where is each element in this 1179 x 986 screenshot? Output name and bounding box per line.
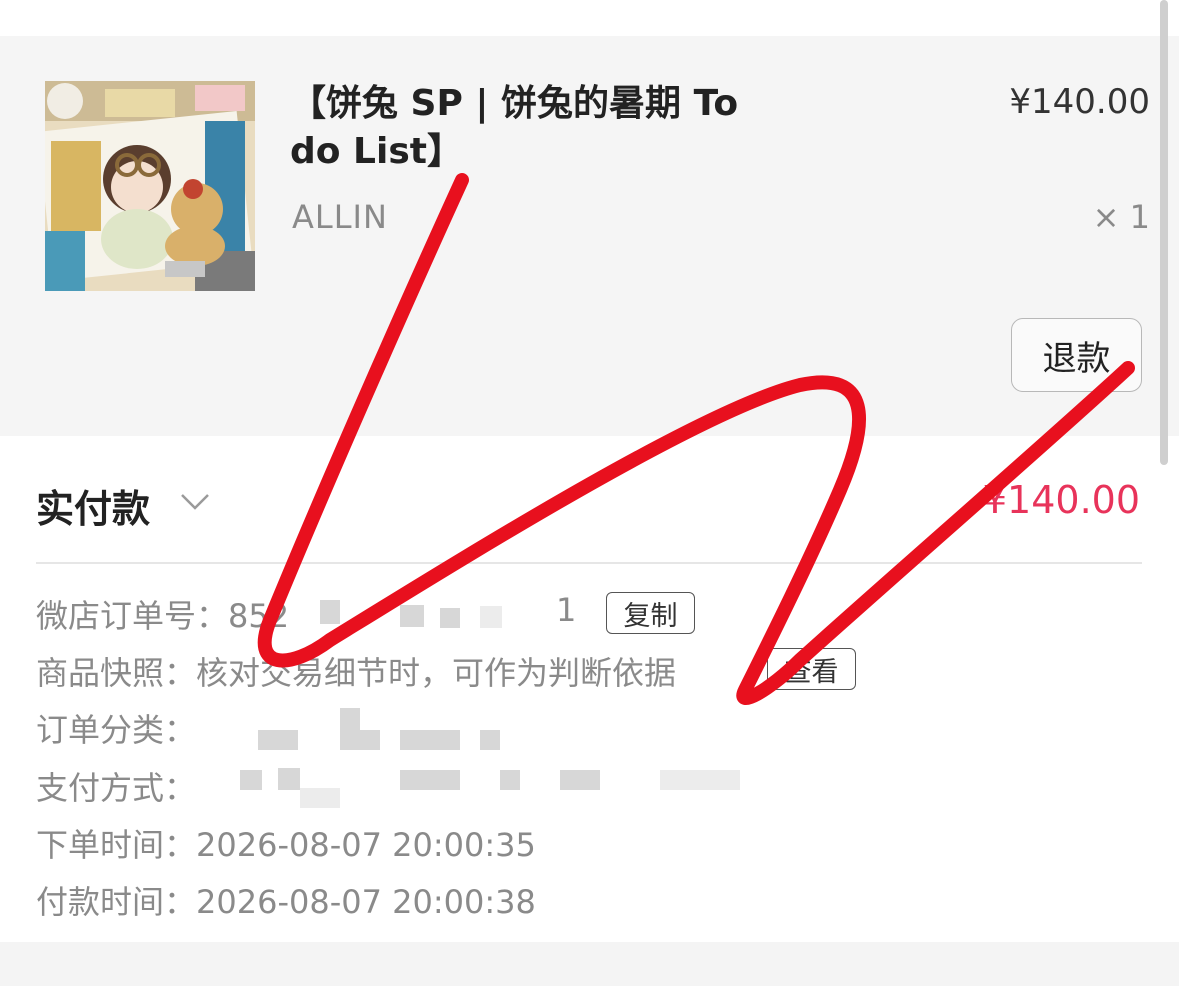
product-title[interactable]: 【饼兔 SP | 饼兔的暑期 To do List】 xyxy=(290,80,750,176)
order-number-suffix: 1 xyxy=(556,591,577,629)
order-time-row: 下单时间：2026-08-07 20:00:35 xyxy=(36,820,536,866)
snapshot-label: 商品快照： xyxy=(36,654,197,692)
view-snapshot-button[interactable]: 查看 xyxy=(767,648,856,690)
scrollbar[interactable] xyxy=(1160,0,1168,465)
redaction xyxy=(300,788,340,808)
redaction xyxy=(258,730,298,750)
order-category-row: 订单分类： xyxy=(36,705,196,751)
pay-time-row: 付款时间：2026-08-07 20:00:38 xyxy=(36,877,536,923)
top-strip xyxy=(0,0,1179,36)
redaction xyxy=(358,730,380,750)
pay-time-label: 付款时间： xyxy=(36,883,197,921)
redaction xyxy=(500,770,520,790)
order-number-value: 852 xyxy=(228,597,290,635)
redaction xyxy=(278,768,300,790)
product-price: ¥140.00 xyxy=(1009,82,1150,122)
order-time-value: 2026-08-07 20:00:35 xyxy=(196,826,536,864)
redaction xyxy=(400,730,460,750)
redaction xyxy=(480,730,500,750)
redaction xyxy=(400,770,460,790)
redaction xyxy=(660,770,740,790)
chevron-down-icon[interactable] xyxy=(178,484,212,518)
snapshot-hint: 核对交易细节时，可作为判断依据 xyxy=(196,654,677,692)
product-thumbnail[interactable] xyxy=(45,81,255,291)
payment-method-label: 支付方式： xyxy=(36,769,197,807)
divider xyxy=(36,562,1142,564)
snapshot-row: 商品快照：核对交易细节时，可作为判断依据 xyxy=(36,648,676,694)
redaction xyxy=(480,606,502,628)
order-time-label: 下单时间： xyxy=(36,826,197,864)
redaction xyxy=(440,608,460,628)
redaction xyxy=(560,770,600,790)
order-category-label: 订单分类： xyxy=(36,711,197,749)
payment-method-row: 支付方式： xyxy=(36,763,196,809)
paid-amount-value: ¥140.00 xyxy=(982,478,1140,522)
order-number-label: 微店订单号： xyxy=(36,597,229,635)
order-number-row: 微店订单号：852 xyxy=(36,591,289,637)
redaction xyxy=(340,708,360,750)
refund-button[interactable]: 退款 xyxy=(1011,318,1142,392)
redaction xyxy=(400,605,424,627)
copy-button[interactable]: 复制 xyxy=(606,592,695,634)
section-separator xyxy=(0,942,1179,986)
product-quantity: × 1 xyxy=(1092,198,1150,236)
pay-time-value: 2026-08-07 20:00:38 xyxy=(196,883,536,921)
redaction xyxy=(240,770,262,790)
shop-name: ALLIN xyxy=(292,198,388,236)
redaction xyxy=(320,600,340,624)
paid-amount-label: 实付款 xyxy=(36,487,151,531)
